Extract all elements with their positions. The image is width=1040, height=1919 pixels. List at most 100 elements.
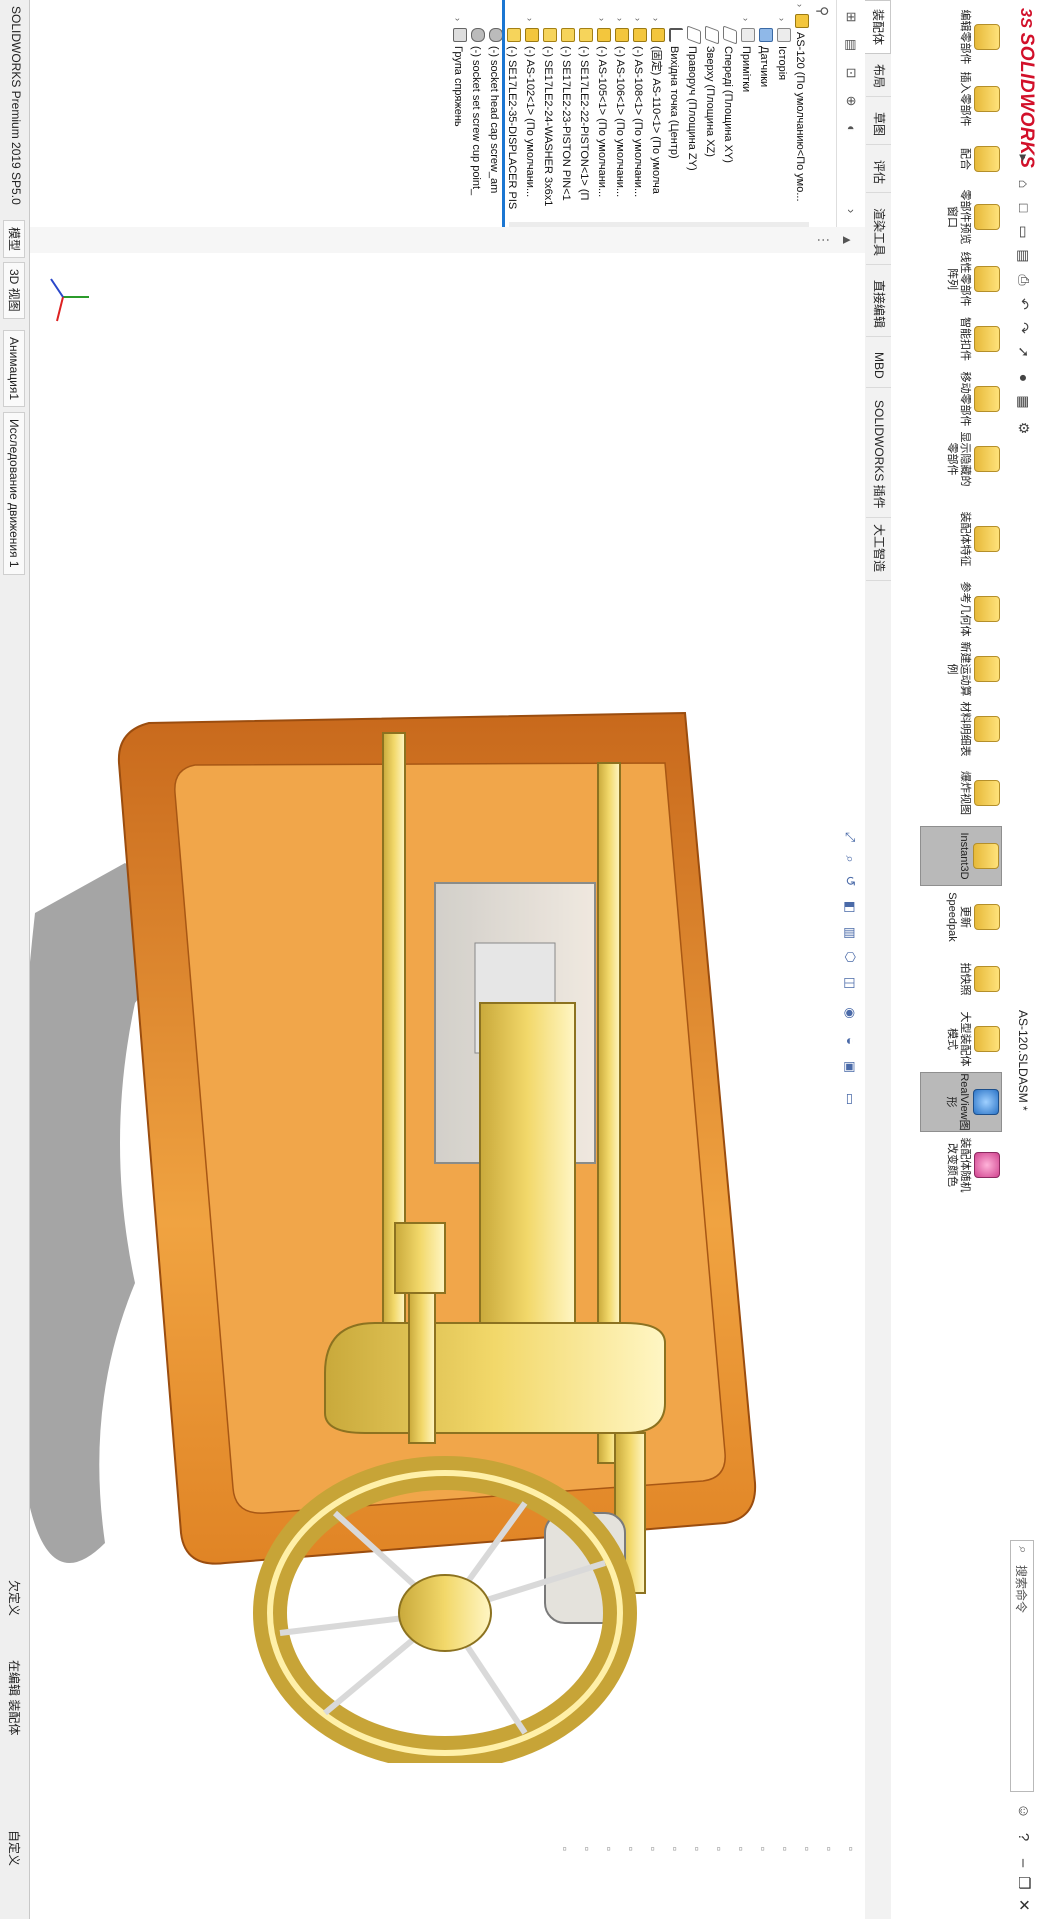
tree-node[interactable]: (-) SE17LE2-22-PISTON<1> (П [575,4,593,222]
dots-icon[interactable]: ⋮ [813,230,833,250]
zoom-area-icon[interactable]: ⌕ [841,850,859,868]
display-style-icon[interactable]: ◫ [841,974,859,992]
save-icon[interactable]: ▤ [1016,248,1032,264]
appearance-icon[interactable]: ▫ [600,1840,618,1858]
minimize-icon[interactable]: – [1012,1852,1034,1874]
scene-icon[interactable]: ▫ [578,1840,596,1858]
isometric-icon[interactable]: ▫ [688,1840,706,1858]
take-snapshot-button[interactable]: 拍快照 [922,950,1002,1008]
realview-graphics-button[interactable]: RealView图形 [920,1072,1002,1132]
tree-node[interactable]: (-) socket set screw cup point_ [467,4,485,222]
tab-model[interactable]: 模型 [3,220,25,259]
tab-sketch[interactable]: 草图 [866,104,891,146]
bill-of-materials-button[interactable]: 材料明细表 [922,700,1002,758]
tree-node[interactable]: › (-) AS-105<1> (По умолчани... [593,4,611,222]
expand-arrow-icon[interactable]: › [611,18,629,28]
hide-icon[interactable]: ▫ [622,1840,640,1858]
graphics-viewport[interactable]: ⤢ ⌕ ↺ ◧ ▥ ⬡ ◫ ◉ ◒ ▣ ▭ [0,253,865,1919]
component-preview-button[interactable]: 零部件预览窗口 [922,188,1002,246]
pan-icon[interactable]: ▫ [820,1840,838,1858]
tree-node[interactable]: › (-) AS-108<1> (По умолчани... [629,4,647,222]
tree-node[interactable]: › (-) AS-106<1> (По умолчани... [611,4,629,222]
expand-arrow-icon[interactable]: › [647,18,665,28]
dimxpert-tab-icon[interactable]: ⊕ [841,90,861,112]
tree-node[interactable]: Зверху (Площина XZ) [701,4,719,222]
shading-icon[interactable]: ▫ [644,1840,662,1858]
status-custom[interactable]: 自定义 [6,1830,23,1866]
undo-icon[interactable]: ↶ [1016,296,1032,312]
help-icon[interactable]: ? [1012,1826,1034,1848]
expand-arrow-icon[interactable]: › [791,4,809,14]
home-icon[interactable]: ⌂ [1016,176,1032,192]
expand-arrow-icon[interactable]: › [737,18,755,28]
tree-node[interactable]: › Історія [773,4,791,222]
traffic-light-icon[interactable]: ● [1016,370,1032,386]
update-speedpak-button[interactable]: 更新Speedpak [922,888,1002,946]
expand-arrow-icon[interactable]: › [593,18,611,28]
reference-geometry-button[interactable]: 参考几何体 [922,580,1002,638]
tree-node[interactable]: (-) SE17LE2-24-WASHER 3x6x1 [539,4,557,222]
close-icon[interactable]: ✕ [1012,1894,1034,1916]
tab-dagong-zhizao[interactable]: 大工智造 [866,516,891,582]
tab-animation1[interactable]: Анимация1 [3,330,25,408]
solidworks-logo[interactable]: 3S SOLIDWORKS [1009,8,1037,168]
restore-icon[interactable]: ❐ [1012,1872,1034,1894]
user-icon[interactable]: ☺ [1012,1800,1034,1822]
previous-view-icon[interactable]: ↺ [841,872,859,890]
tab-mbd[interactable]: MBD [866,344,891,388]
tab-3d-views[interactable]: 3D 视图 [3,262,25,319]
rotate-icon[interactable]: ▫ [798,1840,816,1858]
file-properties-icon[interactable]: ▦ [1016,394,1032,410]
expand-arrow-icon[interactable]: › [521,18,539,28]
front-view-icon[interactable]: ▫ [710,1840,728,1858]
arrow-icon[interactable]: ▸ [1016,150,1032,166]
zoom-icon[interactable]: ▫ [754,1840,772,1858]
tree-node[interactable]: › (固定) AS-110<1> (По умолча [647,4,665,222]
roll-icon[interactable]: ▫ [776,1840,794,1858]
tree-node[interactable]: Спереді (Площина XY) [719,4,737,222]
dynamic-annotation-icon[interactable]: ▥ [841,924,859,942]
tree-node[interactable]: Датчики [755,4,773,222]
options-gear-icon[interactable]: ⚙ [1016,420,1032,436]
tree-node[interactable]: (-) SE17LE2-35-DISPLACER PIS [503,4,521,222]
instant3d-button[interactable]: Instant3D [920,826,1002,886]
expand-arrow-icon[interactable]: › [449,18,467,28]
expand-arrow-icon[interactable]: › [629,18,647,28]
panel-splitter[interactable] [502,0,505,227]
box-icon[interactable]: ▫ [732,1840,750,1858]
view-orientation-icon[interactable]: ⬡ [841,948,859,966]
tab-solidworks-addins[interactable]: SOLIDWORKS 插件 [866,392,891,518]
chevron-right-icon[interactable]: › [841,200,861,222]
collapse-arrow-icon[interactable]: ▲ [837,230,857,250]
tab-motion-study-1[interactable]: Исследование движения 1 [3,412,25,575]
tab-direct-editing[interactable]: 直接编辑 [866,272,891,338]
new-motion-study-button[interactable]: 新建运动算例 [922,640,1002,698]
section-icon[interactable]: ▫ [666,1840,684,1858]
monitor-icon[interactable]: ▫ [556,1840,574,1858]
filter-funnel-icon[interactable]: ⚲ [811,6,831,26]
edit-appearance-icon[interactable]: ◒ [841,1032,859,1050]
search-commands-box[interactable]: ⌕ 搜索命令 [1010,1540,1034,1792]
select-icon[interactable]: ➚ [1016,344,1032,360]
assembly-features-button[interactable]: 装配体特征 [922,510,1002,568]
apply-scene-icon[interactable]: ▣ [841,1058,859,1076]
redo-icon[interactable]: ↷ [1016,320,1032,336]
tree-node[interactable]: (-) SE17LE2-23-PISTON PIN<1 [557,4,575,222]
smart-fasteners-button[interactable]: 智能扣件 [922,310,1002,368]
tree-node[interactable]: › Група спряжень [449,4,467,222]
tab-layout[interactable]: 布局 [866,56,891,98]
zoom-to-fit-icon[interactable]: ⤢ [841,828,859,846]
tree-node[interactable]: › (-) AS-102<1> (По умолчани... [521,4,539,222]
configuration-manager-tab-icon[interactable]: ⊡ [841,62,861,84]
view-settings-icon[interactable]: ▭ [841,1090,859,1108]
tree-node[interactable]: › Примітки [737,4,755,222]
tab-render-tools[interactable]: 渲染工具 [866,200,891,266]
print-icon[interactable]: ⎙ [1016,272,1032,288]
new-document-icon[interactable]: □ [1016,200,1032,216]
large-assembly-mode-button[interactable]: 大型装配体模式 [922,1010,1002,1068]
stirling-engine-model[interactable] [5,583,825,1763]
tree-node[interactable]: Вихідна точка (Центр) [665,4,683,222]
up-arrow-icon[interactable]: ▫ [842,1840,860,1858]
expand-arrow-icon[interactable]: › [773,18,791,28]
insert-component-button[interactable]: 插入零部件 [922,70,1002,128]
